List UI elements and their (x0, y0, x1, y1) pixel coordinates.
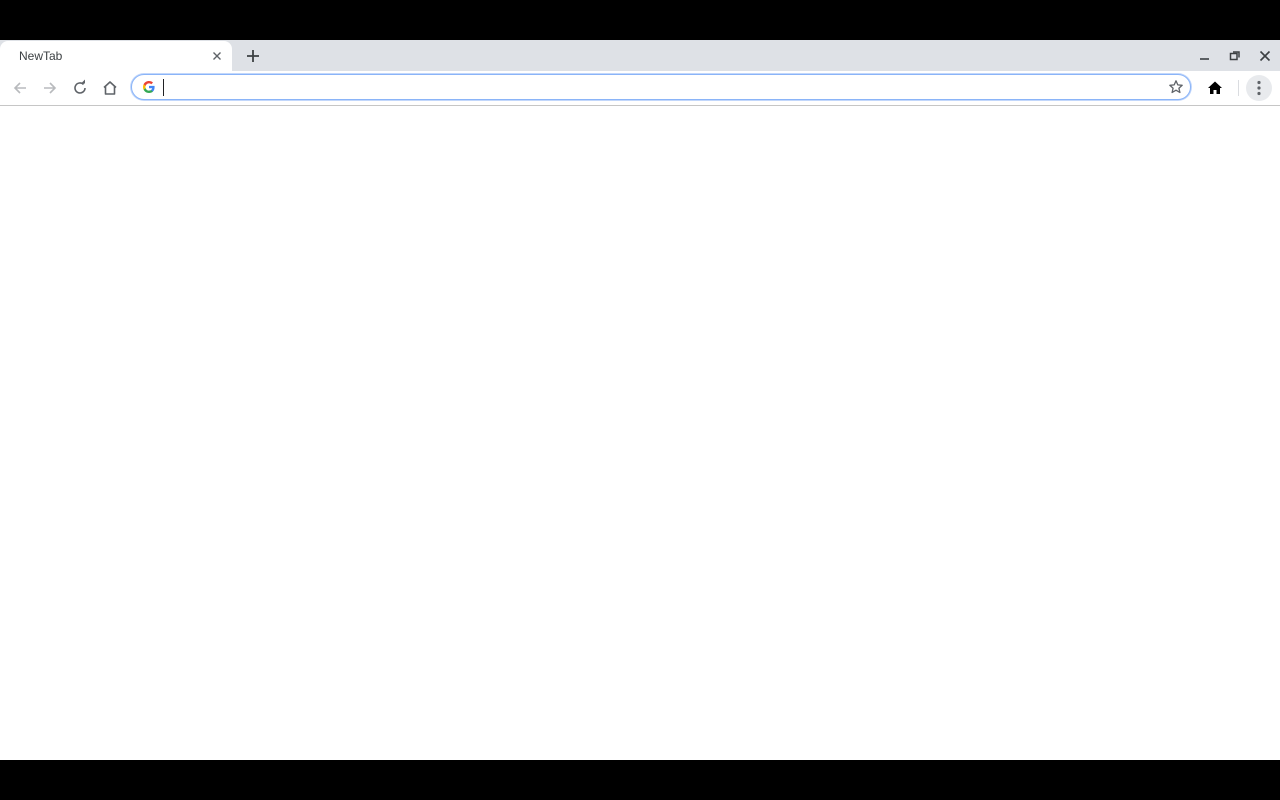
google-g-icon (142, 80, 156, 94)
toolbar-separator (1238, 80, 1239, 96)
letterbox-top (0, 0, 1280, 40)
text-caret (163, 79, 164, 96)
home-icon[interactable] (100, 78, 120, 98)
window-close-icon[interactable] (1256, 47, 1274, 65)
tab-active[interactable]: NewTab (0, 41, 232, 71)
new-tab-plus-icon[interactable] (243, 46, 263, 66)
bookmark-star-icon[interactable] (1167, 78, 1185, 96)
home-filled-icon[interactable] (1205, 78, 1225, 98)
tab-close-icon[interactable] (209, 48, 225, 64)
tab-title: NewTab (19, 49, 63, 63)
screen: NewTab (0, 0, 1280, 800)
tab-strip: NewTab (0, 40, 1280, 71)
omnibox[interactable] (131, 74, 1191, 100)
address-bar-input[interactable] (162, 77, 1152, 97)
window-minimize-icon[interactable] (1196, 47, 1214, 65)
page-content (0, 106, 1280, 760)
reload-icon[interactable] (70, 78, 90, 98)
kebab-menu-icon[interactable] (1246, 75, 1272, 101)
browser-window: NewTab (0, 40, 1280, 760)
forward-arrow-icon[interactable] (40, 78, 60, 98)
window-restore-icon[interactable] (1226, 47, 1244, 65)
toolbar (0, 71, 1280, 106)
letterbox-bottom (0, 760, 1280, 800)
back-arrow-icon[interactable] (10, 78, 30, 98)
